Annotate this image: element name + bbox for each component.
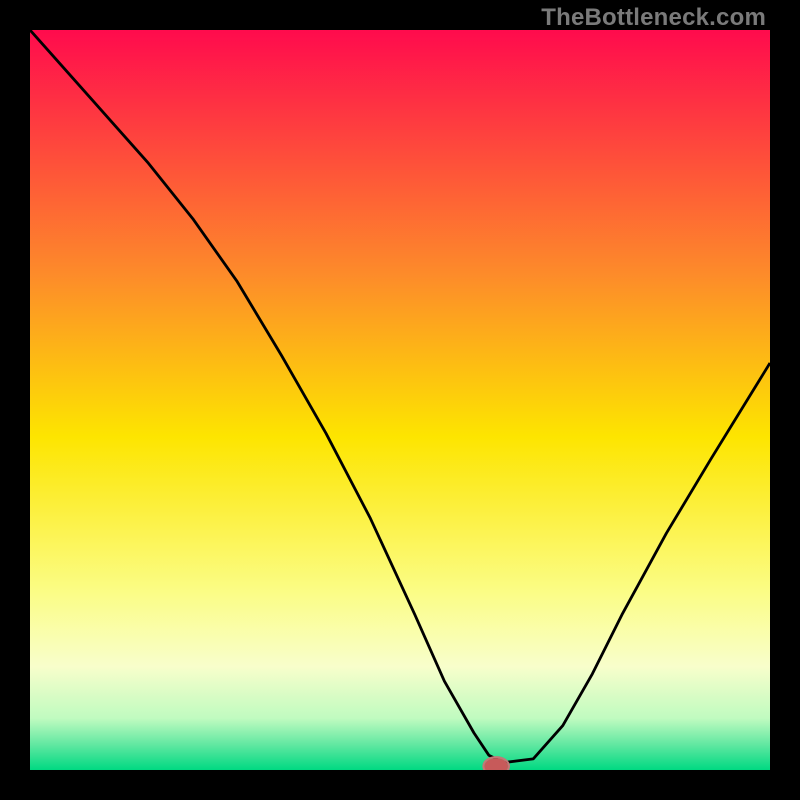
chart-frame: TheBottleneck.com [0, 0, 800, 800]
chart-svg [30, 30, 770, 770]
plot-area [30, 30, 770, 770]
chart-background [30, 30, 770, 770]
watermark-label: TheBottleneck.com [541, 4, 766, 32]
